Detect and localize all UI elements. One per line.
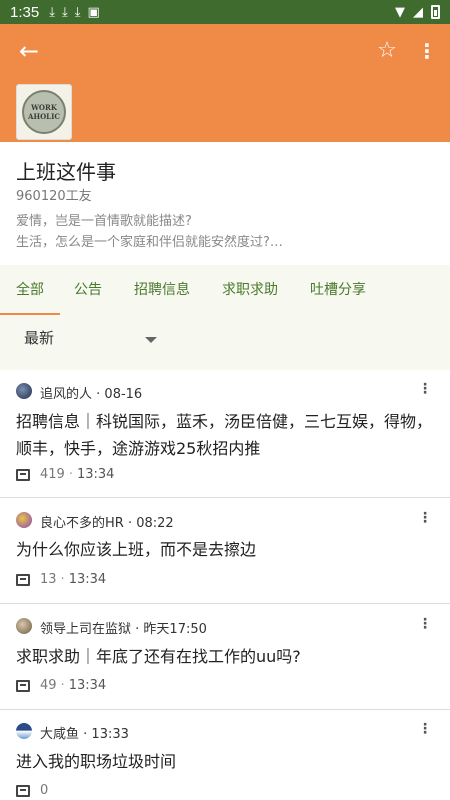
post-item[interactable]: 追风的人 · 08-16 ⋮ 招聘信息｜科锐国际，蓝禾，汤臣倍健，三七互娱，得物…: [0, 370, 450, 498]
logo-text-top: WORK: [31, 103, 57, 112]
description-line: 爱情，岂是一首情歌就能描述?: [16, 214, 192, 229]
app-icon: ▣: [87, 4, 100, 20]
tab-rant-share[interactable]: 吐槽分享: [294, 265, 382, 315]
tab-job-help[interactable]: 求职求助: [206, 265, 294, 315]
logo-text-bottom: AHOLIC: [28, 112, 60, 121]
arrow-left-icon[interactable]: ←: [14, 36, 44, 66]
more-vertical-icon[interactable]: ⋮: [418, 381, 432, 397]
caret-down-icon[interactable]: [145, 337, 157, 343]
post-meta: 领导上司在监狱 · 昨天17:50: [40, 618, 207, 637]
more-vertical-icon[interactable]: ⋮: [414, 36, 440, 66]
status-bar: 1:35 ⤓ ⤓ ⤓ ▣ ▼ ◢: [0, 0, 450, 24]
download-icon: ⤓: [74, 4, 81, 20]
post-item[interactable]: 良心不多的HR · 08:22 ⋮ 为什么你应该上班，而不是去擦边 13 · 1…: [0, 498, 450, 604]
app-bar: ← ☆ ⋮: [0, 24, 450, 80]
battery-icon: [431, 5, 440, 19]
post-meta: 大咸鱼 · 13:33: [40, 723, 129, 742]
comment-count: 419: [40, 467, 65, 482]
post-time: 昨天17:50: [143, 622, 207, 637]
post-stats: 13 · 13:34: [16, 572, 106, 587]
wifi-icon: ▼: [395, 4, 405, 20]
avatar: [16, 383, 32, 399]
post-time: 08:22: [136, 516, 174, 531]
tab-all[interactable]: 全部: [0, 265, 60, 315]
tabs-area: 全部 公告 招聘信息 求职求助 吐槽分享 最新: [0, 265, 450, 370]
stats-separator: ·: [60, 572, 65, 587]
download-icon: ⤓: [49, 4, 55, 20]
comment-icon: [16, 784, 30, 797]
avatar: [16, 618, 32, 634]
post-author: 大咸鱼: [40, 727, 80, 742]
last-reply-time: 13:34: [68, 572, 107, 587]
avatar: [16, 723, 32, 739]
avatar: [16, 512, 32, 528]
post-title[interactable]: 为什么你应该上班，而不是去擦边: [16, 536, 436, 563]
post-author: 良心不多的HR: [40, 516, 124, 531]
post-stats: 49 · 13:34: [16, 678, 106, 693]
description-line: 生活，怎么是一个家庭和伴侣就能安然度过?…: [16, 235, 283, 250]
last-reply-time: 13:34: [76, 467, 115, 482]
group-title: 上班这件事: [16, 160, 116, 184]
post-time: 08-16: [104, 387, 143, 402]
tab-announcement[interactable]: 公告: [58, 265, 118, 315]
more-vertical-icon[interactable]: ⋮: [418, 616, 432, 632]
more-vertical-icon[interactable]: ⋮: [418, 510, 432, 526]
stats-separator: ·: [60, 678, 65, 693]
post-time-sep: ·: [127, 516, 137, 531]
post-title[interactable]: 求职求助｜年底了还有在找工作的uu吗?: [16, 643, 436, 670]
comment-icon: [16, 679, 30, 692]
post-meta: 追风的人 · 08-16: [40, 383, 142, 402]
post-title[interactable]: 招聘信息｜科锐国际，蓝禾，汤臣倍健，三七互娱，得物，顺丰，快手，途游游戏25秋招…: [16, 408, 436, 462]
star-outline-icon[interactable]: ☆: [372, 36, 402, 66]
signal-icon: ◢: [413, 4, 423, 20]
last-reply-time: 13:34: [68, 678, 107, 693]
tab-recruitment[interactable]: 招聘信息: [118, 265, 206, 315]
post-stats: 419 · 13:34: [16, 467, 114, 482]
comment-icon: [16, 573, 30, 586]
post-meta: 良心不多的HR · 08:22: [40, 512, 174, 531]
download-icon: ⤓: [61, 4, 68, 20]
post-stats: 0: [16, 783, 48, 798]
member-count: 960120工友: [16, 189, 92, 204]
status-time: 1:35: [10, 3, 40, 21]
post-title[interactable]: 进入我的职场垃圾时间: [16, 748, 436, 775]
post-item[interactable]: 大咸鱼 · 13:33 ⋮ 进入我的职场垃圾时间 0: [0, 710, 450, 800]
post-time: 13:33: [91, 727, 129, 742]
sort-dropdown[interactable]: 最新: [24, 327, 54, 348]
group-description: 爱情，岂是一首情歌就能描述? 生活，怎么是一个家庭和伴侣就能安然度过?…: [16, 211, 436, 253]
comment-icon: [16, 468, 30, 481]
post-author: 追风的人: [40, 387, 93, 402]
category-tabs: 全部 公告 招聘信息 求职求助 吐槽分享: [0, 265, 450, 315]
more-vertical-icon[interactable]: ⋮: [418, 721, 432, 737]
group-logo: WORK AHOLIC: [16, 84, 72, 140]
stats-separator: ·: [68, 467, 73, 482]
group-logo-disc: WORK AHOLIC: [22, 90, 66, 134]
post-author: 领导上司在监狱: [40, 622, 132, 637]
post-item[interactable]: 领导上司在监狱 · 昨天17:50 ⋮ 求职求助｜年底了还有在找工作的uu吗? …: [0, 604, 450, 710]
comment-count: 0: [40, 783, 49, 798]
comment-count: 49: [40, 678, 57, 693]
comment-count: 13: [40, 572, 57, 587]
